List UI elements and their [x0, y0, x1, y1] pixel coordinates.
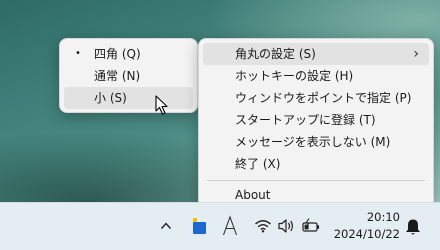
menu-item-label: 四角 (Q)	[94, 47, 141, 61]
menu-item-point-window[interactable]: ウィンドウをポイントで指定 (P)	[203, 87, 429, 109]
menu-item-label: スタートアップに登録 (T)	[235, 113, 376, 127]
menu-item-startup[interactable]: スタートアップに登録 (T)	[203, 109, 429, 131]
clock-time: 20:10	[366, 210, 400, 224]
menu-item-exit[interactable]: 終了 (X)	[203, 153, 429, 175]
clock-date: 2024/10/22	[333, 227, 400, 241]
menu-item-label: ホットキーの設定 (H)	[235, 69, 354, 83]
chevron-up-icon[interactable]	[160, 221, 172, 231]
bell-icon[interactable]	[405, 218, 421, 236]
selected-bullet-icon: •	[75, 48, 81, 59]
wifi-icon[interactable]	[254, 219, 272, 233]
menu-item-label: 小 (S)	[94, 91, 127, 105]
ime-mode-a-icon[interactable]	[222, 215, 238, 237]
menu-item-hide-messages[interactable]: メッセージを表示しない (M)	[203, 131, 429, 153]
tray-context-menu: 角丸の設定 (S) › ホットキーの設定 (H) ウィンドウをポイントで指定 (…	[198, 38, 434, 208]
menu-item-label: 終了 (X)	[235, 157, 281, 171]
taskbar: 20:10 2024/10/22	[0, 202, 440, 250]
battery-charging-icon[interactable]	[301, 218, 321, 234]
menu-item-small[interactable]: 小 (S)	[64, 87, 193, 109]
submenu-arrow-icon: ›	[413, 46, 419, 62]
menu-item-corner-settings[interactable]: 角丸の設定 (S) ›	[203, 43, 429, 65]
menu-item-hotkey-settings[interactable]: ホットキーの設定 (H)	[203, 65, 429, 87]
speaker-icon[interactable]	[277, 218, 295, 234]
taskbar-clock[interactable]: 20:10 2024/10/22	[332, 209, 400, 243]
menu-separator	[207, 180, 425, 181]
menu-item-normal[interactable]: 通常 (N)	[64, 65, 193, 87]
menu-item-label: 通常 (N)	[94, 69, 141, 83]
blue-square-app-icon[interactable]	[193, 218, 206, 234]
corner-style-submenu: • 四角 (Q) 通常 (N) 小 (S)	[59, 38, 198, 113]
menu-item-label: 角丸の設定 (S)	[235, 47, 316, 61]
menu-item-label: メッセージを表示しない (M)	[235, 135, 391, 149]
mouse-cursor-icon	[155, 95, 168, 115]
menu-item-square[interactable]: • 四角 (Q)	[64, 43, 193, 65]
menu-item-label: ウィンドウをポイントで指定 (P)	[235, 91, 412, 105]
